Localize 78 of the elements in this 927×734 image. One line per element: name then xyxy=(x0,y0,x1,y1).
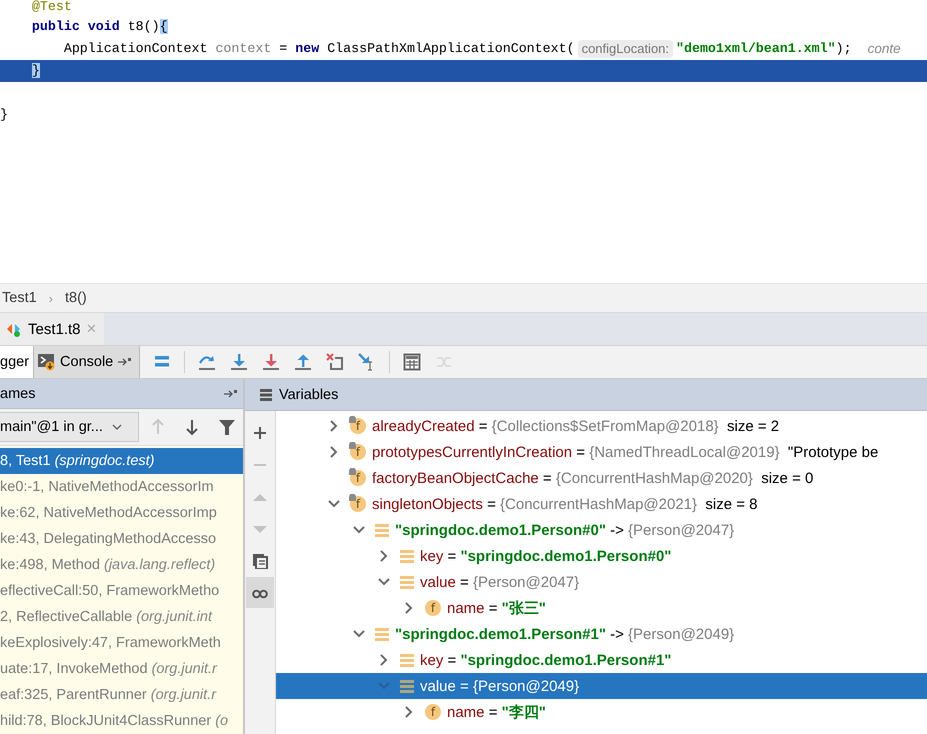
entry-icon xyxy=(375,628,389,640)
inline-value-hint: conte xyxy=(868,40,901,58)
drop-frame-icon xyxy=(326,353,344,371)
stack-frame[interactable]: eaf:325, ParentRunner (org.junit.r xyxy=(0,682,243,708)
field-badge: f xyxy=(425,600,441,616)
tree-row[interactable]: f alreadyCreated = {Collections$SetFromMap@2018} size = 2 xyxy=(276,413,927,439)
variable-text: alreadyCreated = {Collections$SetFromMap@2018} size = 2 xyxy=(372,418,780,434)
entry-field-icon xyxy=(400,576,414,588)
entry-field-icon xyxy=(400,654,414,666)
step-out-icon xyxy=(294,353,312,371)
stack-frame[interactable]: hild:78, BlockJUnit4ClassRunner (o xyxy=(0,708,243,734)
variable-text: key = "springdoc.demo1.Person#0" xyxy=(420,548,672,564)
tree-row[interactable]: f singletonObjects = {ConcurrentHashMap@2021} size = 8 xyxy=(276,491,927,517)
glasses-button[interactable] xyxy=(246,577,274,608)
code-text: ApplicationContext context = new ClassPathXmlApplicationContext( xyxy=(62,40,575,58)
variable-text: value = {Person@2049} xyxy=(420,678,580,694)
tree-row[interactable]: f factoryBeanObjectCache = {ConcurrentHashMap@2020} size = 0 xyxy=(276,465,927,491)
stack-frame[interactable]: ke:62, NativeMethodAccessorImp xyxy=(0,500,243,526)
pin-icon[interactable] xyxy=(223,388,239,400)
entry-field-icon xyxy=(400,550,414,562)
stack-frame[interactable]: 8, Test1 (springdoc.test) xyxy=(0,448,243,474)
tree-row[interactable]: value = {Person@2047} xyxy=(276,569,927,595)
breadcrumb-item[interactable]: t8() xyxy=(65,290,87,306)
list-icon xyxy=(259,388,273,402)
variable-text: "springdoc.demo1.Person#0" -> {Person@2047} xyxy=(395,522,734,538)
panel-title: ames xyxy=(0,386,36,402)
breadcrumb-separator: › xyxy=(48,290,54,306)
breadcrumb-item[interactable]: Test1 xyxy=(2,290,37,306)
variable-text: factoryBeanObjectCache = {ConcurrentHashMap@2020} size = 0 xyxy=(372,470,814,486)
variable-text: value = {Person@2047} xyxy=(420,574,580,590)
field-badge: f xyxy=(425,704,441,720)
tree-row[interactable]: "springdoc.demo1.Person#0" -> {Person@2047} xyxy=(276,517,927,543)
variable-text: name = "张三" xyxy=(447,598,546,618)
variable-text: key = "springdoc.demo1.Person#1" xyxy=(420,652,672,668)
code-text: @Test xyxy=(30,0,72,16)
stack-frame[interactable]: eflectiveCall:50, FrameworkMetho xyxy=(0,578,243,604)
tab-label: Console xyxy=(60,354,114,370)
stack-frame[interactable]: keExplosively:47, FrameworkMeth xyxy=(0,630,243,656)
tree-row[interactable]: f name = "张三" xyxy=(276,595,927,621)
tree-row[interactable]: f name = "李四" xyxy=(276,699,927,725)
variable-text: name = "李四" xyxy=(447,702,546,722)
code-text: "demo1xml/bean1.xml"); xyxy=(676,40,852,58)
copy-icon xyxy=(252,552,268,568)
stack-frame[interactable]: ke0:-1, NativeMethodAccessorIm xyxy=(0,474,243,500)
selected-tree-row[interactable]: value = {Person@2049} xyxy=(276,673,927,699)
minus-icon xyxy=(254,464,266,466)
tab-label: gger xyxy=(0,354,30,370)
variable-text: "springdoc.demo1.Person#1" -> {Person@2049} xyxy=(395,626,734,642)
stack-frame[interactable]: ke:43, DelegatingMethodAccesso xyxy=(0,526,243,552)
tab-label: Test1.t8 xyxy=(28,320,81,338)
tree-row[interactable]: f prototypesCurrentlyInCreation = {NamedThreadLocal@2019} "Prototype be xyxy=(276,439,927,465)
variable-text: singletonObjects = {ConcurrentHashMap@2021} size = 8 xyxy=(372,496,758,512)
tree-row[interactable]: "springdoc.demo1.Person#1" -> {Person@2049} xyxy=(276,621,927,647)
plus-icon xyxy=(252,424,268,440)
code-text: } xyxy=(0,106,8,124)
code-text: } xyxy=(30,62,40,80)
thread-dropdown[interactable]: main"@1 in gr... xyxy=(0,412,139,442)
variable-text: prototypesCurrentlyInCreation = {NamedThreadLocal@2019} "Prototype be xyxy=(372,444,878,460)
debug-session-tab[interactable]: Test1.t8 × xyxy=(0,313,104,345)
stack-frame[interactable]: 2, ReflectiveCallable (org.junit.int xyxy=(0,604,243,630)
code-text: public void t8(){ xyxy=(30,18,168,36)
entry-field-icon xyxy=(400,680,414,692)
entry-icon xyxy=(375,524,389,536)
tool-tab[interactable]: gger xyxy=(0,346,34,378)
step-into-icon xyxy=(230,353,248,371)
force-step-into-icon xyxy=(262,353,280,371)
panel-title: Variables xyxy=(279,386,338,402)
tree-row[interactable]: key = "springdoc.demo1.Person#1" xyxy=(276,647,927,673)
filter-icon xyxy=(218,418,236,436)
pin-icon[interactable] xyxy=(117,356,134,368)
tree-row[interactable]: key = "springdoc.demo1.Person#0" xyxy=(276,543,927,569)
tool-tab[interactable]: Console xyxy=(34,346,140,378)
run-config-icon xyxy=(6,321,22,337)
stack-frame[interactable]: uate:17, InvokeMethod (org.junit.r xyxy=(0,656,243,682)
stack-frame[interactable]: ke:498, Method (java.lang.reflect) xyxy=(0,552,243,578)
calculator-icon xyxy=(403,353,422,371)
parameter-hint: configLocation: xyxy=(578,40,674,58)
console-icon xyxy=(38,353,56,371)
